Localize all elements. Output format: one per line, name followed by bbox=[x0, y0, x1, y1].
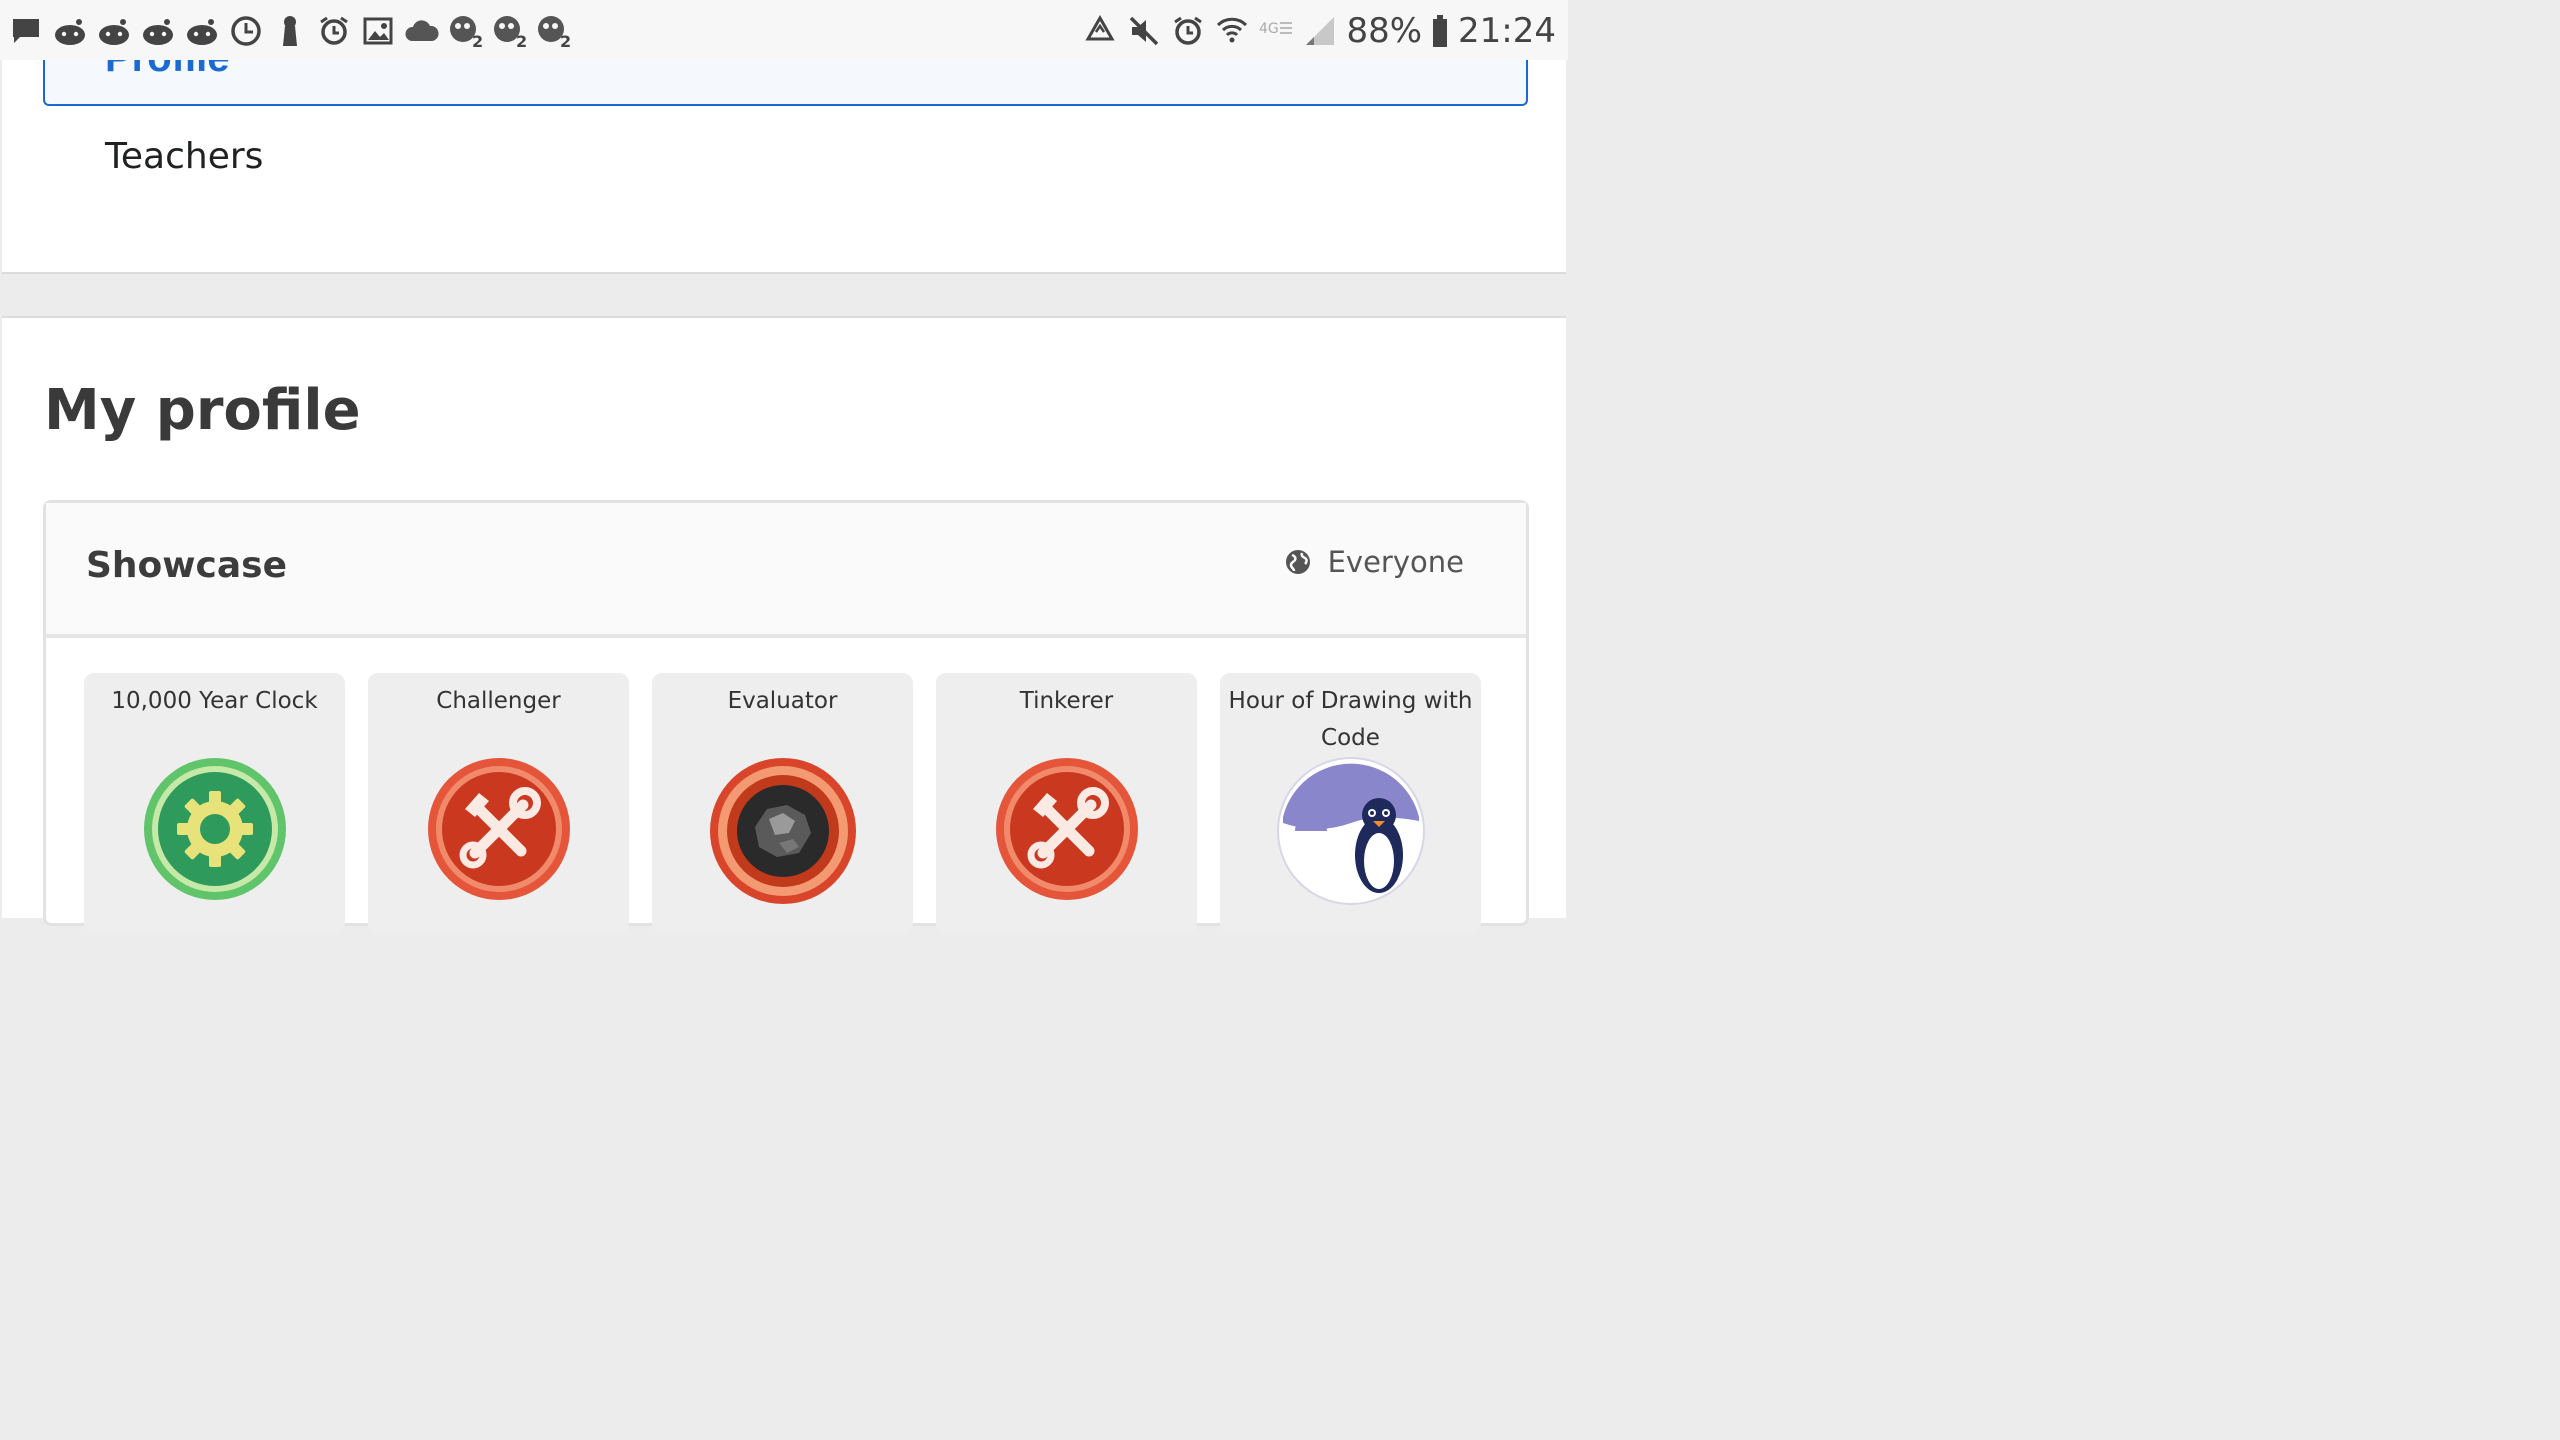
badge-card[interactable]: Tinkerer bbox=[936, 673, 1197, 933]
battery-percent: 88% bbox=[1346, 11, 1423, 51]
rock-badge-icon bbox=[709, 758, 856, 904]
reddit-icon bbox=[96, 13, 132, 49]
badge-name: Hour of Drawing with Code bbox=[1228, 688, 1473, 751]
keyhole-icon bbox=[272, 13, 308, 49]
status-bar: 2 2 2 4G 88% 21:24 bbox=[0, 0, 1568, 60]
globe-icon bbox=[1285, 550, 1310, 574]
svg-text:2: 2 bbox=[560, 32, 571, 48]
reddit-icon bbox=[140, 13, 176, 49]
badge-card[interactable]: 10,000 Year Clock bbox=[84, 673, 345, 933]
game-icon: 2 bbox=[492, 13, 528, 49]
svg-text:4G: 4G bbox=[1259, 21, 1279, 37]
svg-text:2: 2 bbox=[472, 32, 483, 48]
recycle-icon bbox=[1082, 13, 1118, 49]
mute-icon bbox=[1126, 13, 1162, 49]
visibility-selector[interactable]: Everyone bbox=[1284, 545, 1464, 579]
badge-card[interactable]: Evaluator bbox=[652, 673, 913, 933]
penguin-badge-icon bbox=[1276, 757, 1425, 905]
badge-name: 10,000 Year Clock bbox=[111, 688, 318, 714]
gear-badge-icon bbox=[143, 758, 286, 900]
reddit-icon bbox=[52, 13, 88, 49]
clock-time: 21:24 bbox=[1458, 11, 1556, 51]
alarm-icon bbox=[316, 13, 352, 49]
system-icons: 4G 88% 21:24 bbox=[1082, 10, 1556, 52]
visibility-label: Everyone bbox=[1327, 545, 1464, 579]
showcase-header: Showcase Everyone bbox=[46, 503, 1526, 638]
signal-icon bbox=[1302, 13, 1338, 49]
clock-icon bbox=[228, 13, 264, 49]
badge-name: Evaluator bbox=[727, 688, 838, 714]
notification-icons: 2 2 2 bbox=[8, 12, 572, 50]
badge-list: 10,000 Year Clock Challenger Evaluator T… bbox=[84, 673, 1481, 933]
cloud-icon bbox=[404, 13, 440, 49]
tools-badge-icon bbox=[427, 758, 570, 900]
badge-card[interactable]: Hour of Drawing with Code bbox=[1220, 673, 1481, 933]
message-icon bbox=[8, 13, 44, 49]
alarm-icon bbox=[1170, 13, 1206, 49]
nav-item-teachers[interactable]: Teachers bbox=[105, 136, 263, 177]
network-4g-icon: 4G bbox=[1258, 13, 1294, 49]
badge-card[interactable]: Challenger bbox=[368, 673, 629, 933]
svg-text:2: 2 bbox=[516, 32, 527, 48]
profile-card: My profile Showcase Everyone 10,000 Year… bbox=[2, 316, 1566, 933]
game-icon: 2 bbox=[536, 13, 572, 49]
page-title: My profile bbox=[44, 378, 361, 443]
game-icon: 2 bbox=[448, 13, 484, 49]
image-icon bbox=[360, 13, 396, 49]
showcase-panel: Showcase Everyone 10,000 Year Clock Chal… bbox=[43, 500, 1529, 933]
badge-name: Tinkerer bbox=[1019, 688, 1114, 714]
reddit-icon bbox=[184, 13, 220, 49]
wifi-icon bbox=[1214, 13, 1250, 49]
showcase-title: Showcase bbox=[86, 545, 288, 586]
badge-name: Challenger bbox=[436, 688, 561, 714]
battery-icon bbox=[1430, 13, 1450, 49]
tools-badge-icon bbox=[995, 758, 1138, 900]
